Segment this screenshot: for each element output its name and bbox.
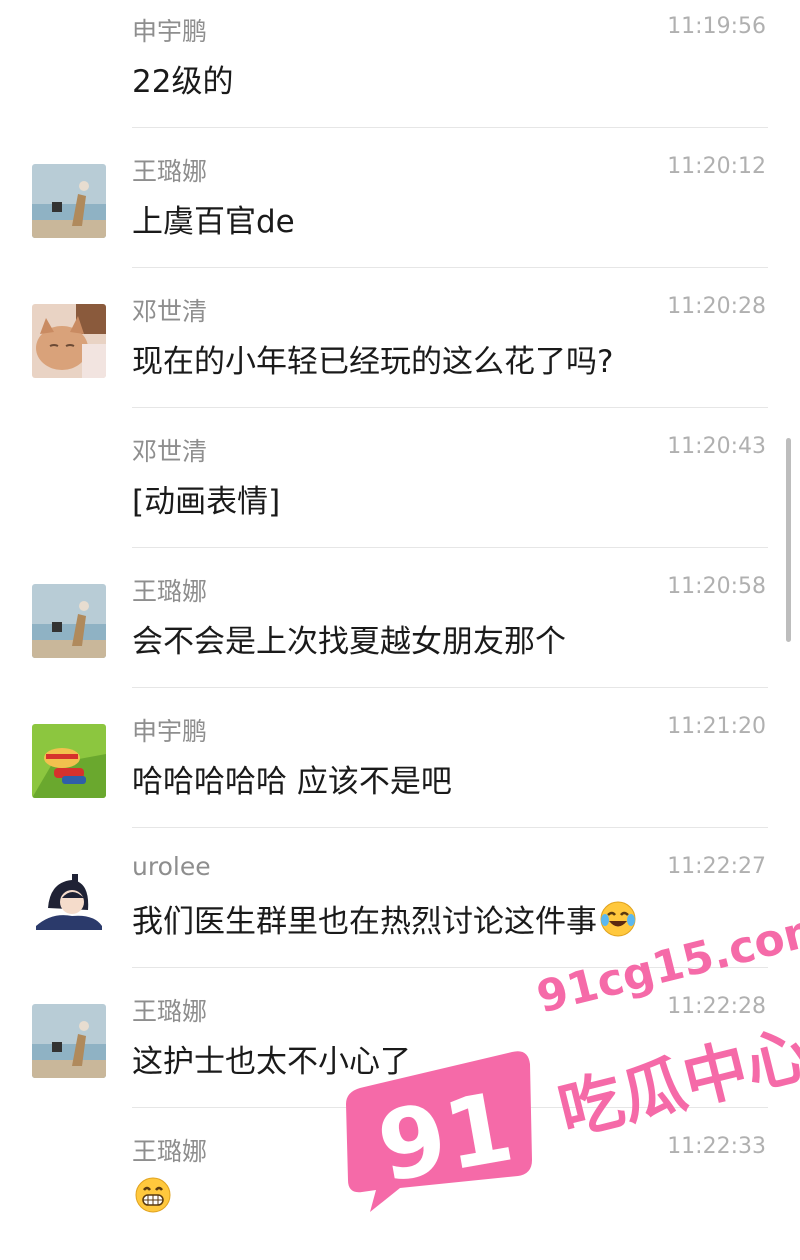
avatar[interactable] xyxy=(32,864,106,938)
message-divider xyxy=(132,1107,768,1108)
message-text: 我们医生群里也在热烈讨论这件事 xyxy=(132,904,597,940)
chat-message-list: 申宇鹏 11:19:56 22级的 王璐娜 11:20:12 上虞百官de 邓世… xyxy=(0,0,800,1229)
message-text-row xyxy=(132,1176,172,1214)
message-time: 11:20:28 xyxy=(667,294,766,319)
message-time: 11:20:58 xyxy=(667,574,766,599)
message-text-row: 我们医生群里也在热烈讨论这件事 xyxy=(132,896,637,941)
message-item[interactable]: 王璐娜 11:20:12 上虞百官de xyxy=(0,140,800,280)
message-divider xyxy=(132,687,768,688)
message-item[interactable]: 王璐娜 11:20:58 会不会是上次找夏越女朋友那个 xyxy=(0,560,800,700)
message-text: 现在的小年轻已经玩的这么花了吗? xyxy=(132,344,614,380)
grinning-face-icon xyxy=(135,1177,171,1213)
message-time: 11:22:28 xyxy=(667,994,766,1019)
message-text: 这护士也太不小心了 xyxy=(132,1044,411,1080)
seaside-chair-avatar-icon xyxy=(32,1004,106,1078)
message-text: [动画表情] xyxy=(132,484,281,520)
straw-hat-grass-avatar-icon xyxy=(32,724,106,798)
seaside-chair-avatar-icon xyxy=(32,164,106,238)
message-item[interactable]: 邓世清 11:20:43 [动画表情] xyxy=(0,420,800,560)
sender-name[interactable]: 王璐娜 xyxy=(132,1132,207,1168)
sender-name[interactable]: 王璐娜 xyxy=(132,572,207,608)
sender-name[interactable]: 王璐娜 xyxy=(132,992,207,1028)
message-text: 上虞百官de xyxy=(132,204,295,240)
scrollbar[interactable] xyxy=(786,438,791,642)
avatar[interactable] xyxy=(32,164,106,238)
message-time: 11:19:56 xyxy=(667,14,766,39)
anime-character-avatar-icon xyxy=(32,864,106,938)
message-item[interactable]: 王璐娜 11:22:33 xyxy=(0,1120,800,1260)
message-text: 22级的 xyxy=(132,64,234,100)
message-time: 11:20:12 xyxy=(667,154,766,179)
message-time: 11:21:20 xyxy=(667,714,766,739)
avatar[interactable] xyxy=(32,1004,106,1078)
message-time: 11:20:43 xyxy=(667,434,766,459)
sender-name[interactable]: 王璐娜 xyxy=(132,152,207,188)
message-item[interactable]: 王璐娜 11:22:28 这护士也太不小心了 xyxy=(0,980,800,1120)
message-divider xyxy=(132,827,768,828)
sender-name[interactable]: 申宇鹏 xyxy=(132,712,207,748)
sender-name[interactable]: 申宇鹏 xyxy=(132,12,207,48)
seaside-chair-avatar-icon xyxy=(32,584,106,658)
message-item[interactable]: urolee 11:22:27 我们医生群里也在热烈讨论这件事 xyxy=(0,840,800,980)
avatar[interactable] xyxy=(32,584,106,658)
avatar[interactable] xyxy=(32,724,106,798)
message-divider xyxy=(132,127,768,128)
cat-avatar-icon xyxy=(32,304,106,378)
message-text: 哈哈哈哈哈 应该不是吧 xyxy=(132,764,452,800)
message-item[interactable]: 申宇鹏 11:21:20 哈哈哈哈哈 应该不是吧 xyxy=(0,700,800,840)
message-divider xyxy=(132,547,768,548)
message-divider xyxy=(132,407,768,408)
sender-name[interactable]: urolee xyxy=(132,852,211,881)
avatar[interactable] xyxy=(32,304,106,378)
crying-laughing-face-icon xyxy=(600,901,636,936)
message-time: 11:22:33 xyxy=(667,1134,766,1159)
message-item[interactable]: 邓世清 11:20:28 现在的小年轻已经玩的这么花了吗? xyxy=(0,280,800,420)
sender-name[interactable]: 邓世清 xyxy=(132,432,207,468)
message-time: 11:22:27 xyxy=(667,854,766,879)
sender-name[interactable]: 邓世清 xyxy=(132,292,207,328)
message-item[interactable]: 申宇鹏 11:19:56 22级的 xyxy=(0,0,800,140)
message-text: 会不会是上次找夏越女朋友那个 xyxy=(132,624,566,660)
message-divider xyxy=(132,267,768,268)
message-divider xyxy=(132,967,768,968)
